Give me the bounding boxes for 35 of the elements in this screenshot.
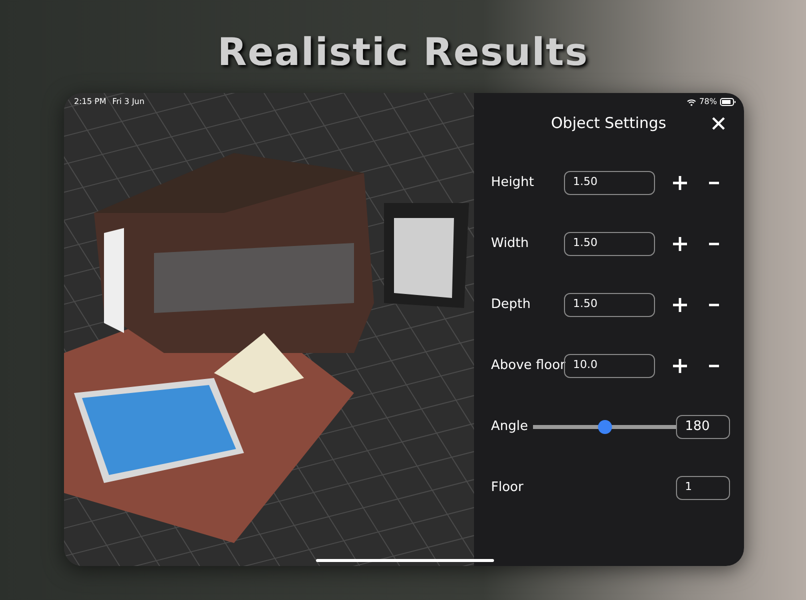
field-value: 1.50 <box>573 174 598 190</box>
field-value: 1 <box>685 479 692 496</box>
status-time: 2:15 PM <box>74 96 106 108</box>
wifi-icon <box>687 98 696 106</box>
field-label: Depth <box>491 296 532 314</box>
slider-thumb[interactable] <box>598 420 612 434</box>
field-label: Floor <box>491 478 524 497</box>
plus-icon <box>672 236 688 252</box>
battery-icon <box>720 98 736 106</box>
field-value: 10.0 <box>573 357 598 374</box>
input-field[interactable]: 1 <box>676 476 730 500</box>
headline: Realistic Results <box>218 29 588 70</box>
field-label: Above floor <box>491 356 564 375</box>
field-label: Width <box>491 234 530 253</box>
plus-icon <box>672 174 688 190</box>
plus-icon <box>672 296 688 312</box>
input-field[interactable]: 10.0 <box>564 354 655 378</box>
panel-title: Object Settings <box>551 112 666 134</box>
minus-icon <box>709 180 719 184</box>
minus-icon <box>709 364 719 368</box>
input-field[interactable]: 1.50 <box>564 170 655 194</box>
field-value: 1.50 <box>573 235 598 252</box>
input-field[interactable]: 180 <box>676 414 730 438</box>
battery-percent: 78% <box>699 96 717 108</box>
field-value: 1.50 <box>573 296 598 312</box>
field-label: Height <box>491 174 535 192</box>
minus-icon <box>709 302 719 306</box>
minus-icon <box>709 242 719 246</box>
field-value: 180 <box>685 418 710 436</box>
status-date: Fri 3 Jun <box>112 96 144 108</box>
field-label: Angle <box>491 418 529 436</box>
input-field[interactable]: 1.50 <box>564 292 655 316</box>
input-field[interactable]: 1.50 <box>564 232 655 256</box>
close-icon <box>712 116 725 130</box>
plus-icon <box>672 358 688 374</box>
